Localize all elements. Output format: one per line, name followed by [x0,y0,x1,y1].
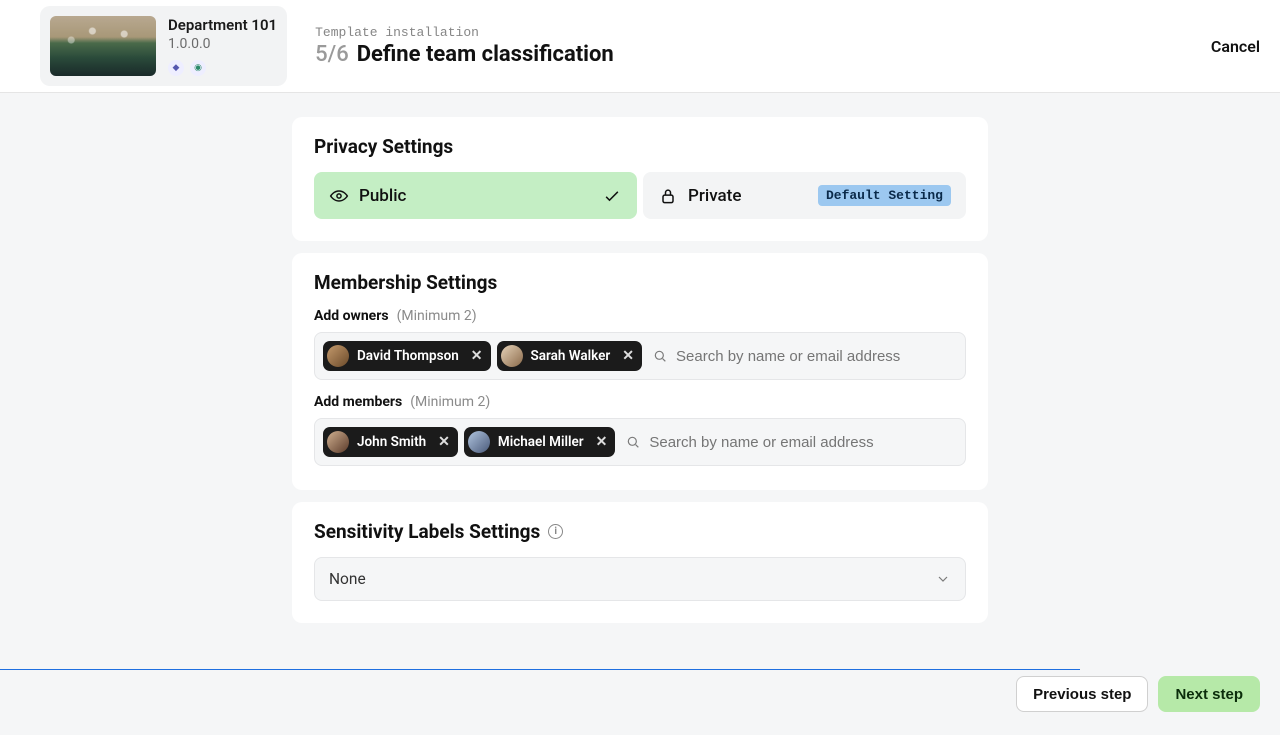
avatar [327,345,349,367]
membership-settings-card: Membership Settings Add owners (Minimum … [292,253,988,490]
member-chip: Michael Miller ✕ [464,427,615,457]
members-search [621,434,909,451]
privacy-public-label: Public [359,186,406,206]
privacy-private-label: Private [688,186,741,206]
members-hint: (Minimum 2) [410,394,490,410]
members-field-label: Add members (Minimum 2) [314,394,966,410]
cancel-button[interactable]: Cancel [1211,37,1260,56]
sensitivity-selected-value: None [329,570,366,588]
eye-icon [329,186,349,206]
sharepoint-icon: ◉ [190,60,206,76]
owner-chip-name: Sarah Walker [531,348,611,364]
member-chip-name: Michael Miller [498,434,584,450]
step-title: Define team classification [357,42,614,67]
step-counter: 5/6 [315,42,349,67]
template-name: Department 101 [168,16,277,34]
info-icon[interactable]: i [548,524,563,539]
member-chip-name: John Smith [357,434,426,450]
lock-icon [658,186,678,206]
sensitivity-select[interactable]: None [314,557,966,601]
avatar [501,345,523,367]
template-version: 1.0.0.0 [168,36,277,52]
remove-owner-icon[interactable]: ✕ [622,348,634,364]
avatar [468,431,490,453]
owners-field-label: Add owners (Minimum 2) [314,308,966,324]
owners-search-input[interactable] [676,348,936,365]
privacy-settings-card: Privacy Settings Public Private Default … [292,117,988,241]
privacy-option-private[interactable]: Private Default Setting [643,172,966,219]
template-app-badges: ◆ ◉ [168,60,277,76]
sensitivity-settings-title: Sensitivity Labels Settings i [314,520,966,543]
next-step-button[interactable]: Next step [1158,676,1260,712]
remove-member-icon[interactable]: ✕ [438,434,450,450]
members-input[interactable]: John Smith ✕ Michael Miller ✕ [314,418,966,466]
chevron-down-icon [935,571,951,587]
previous-step-button[interactable]: Previous step [1016,676,1148,712]
owner-chip: David Thompson ✕ [323,341,491,371]
members-label-text: Add members [314,394,402,410]
default-setting-badge: Default Setting [818,185,951,206]
owner-chip-name: David Thompson [357,348,459,364]
owners-label-text: Add owners [314,308,389,324]
member-chip: John Smith ✕ [323,427,458,457]
remove-owner-icon[interactable]: ✕ [471,348,483,364]
privacy-option-public[interactable]: Public [314,172,637,219]
wizard-context-label: Template installation [315,25,614,40]
members-search-input[interactable] [649,434,909,451]
wizard-body: Privacy Settings Public Private Default … [0,93,1280,735]
remove-member-icon[interactable]: ✕ [596,434,608,450]
owners-hint: (Minimum 2) [397,308,477,324]
membership-settings-title: Membership Settings [314,271,966,294]
teams-icon: ◆ [168,60,184,76]
wizard-header: Department 101 1.0.0.0 ◆ ◉ Template inst… [0,0,1280,93]
wizard-footer: Previous step Next step [1016,676,1260,712]
privacy-settings-title: Privacy Settings [314,135,966,158]
search-icon [652,348,668,364]
owners-input[interactable]: David Thompson ✕ Sarah Walker ✕ [314,332,966,380]
wizard-title-block: Template installation 5/6 Define team cl… [315,25,614,67]
sensitivity-title-text: Sensitivity Labels Settings [314,520,540,543]
owner-chip: Sarah Walker ✕ [497,341,643,371]
template-card: Department 101 1.0.0.0 ◆ ◉ [40,6,287,86]
search-icon [625,434,641,450]
check-icon [602,186,622,206]
avatar [327,431,349,453]
owners-search [648,348,936,365]
progress-bar [0,669,1080,670]
template-thumbnail [50,16,156,76]
sensitivity-settings-card: Sensitivity Labels Settings i None [292,502,988,623]
